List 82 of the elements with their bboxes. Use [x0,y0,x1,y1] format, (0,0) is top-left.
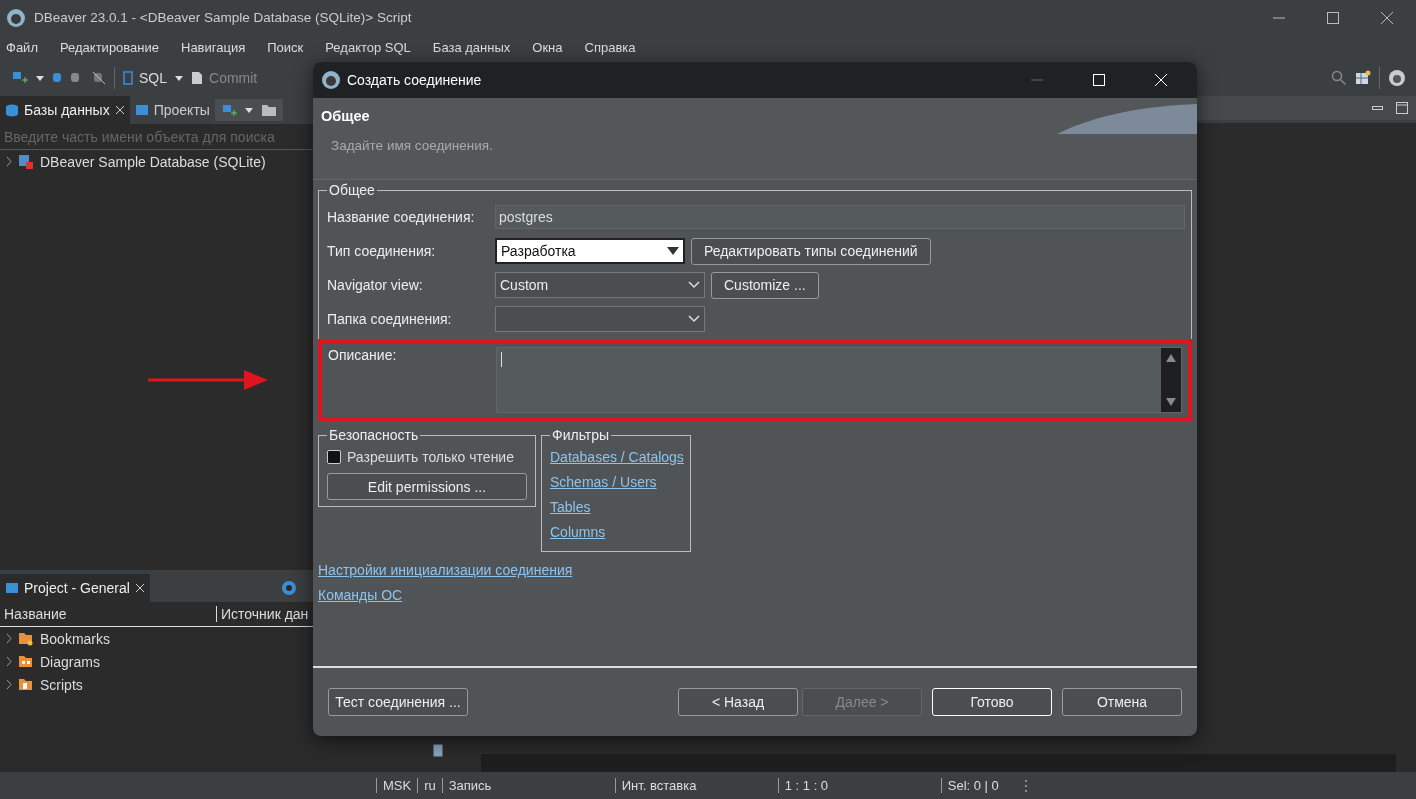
dialog-button[interactable]: Отмена [1062,688,1182,716]
dialog-button[interactable]: Готово [932,688,1052,716]
tree-item[interactable]: Scripts [40,676,83,693]
group-title: Фильтры [551,427,611,443]
menu-item[interactable]: Файл [6,40,38,55]
horizontal-scrollbar[interactable] [481,754,1396,772]
action-button[interactable]: Customize ... [711,271,819,299]
tree-item[interactable]: Diagrams [40,653,100,670]
tree-item[interactable]: DBeaver Sample Database (SQLite) [40,153,266,170]
dropdown[interactable]: Custom [495,272,705,298]
close-icon[interactable] [134,583,145,593]
document-icon [433,744,443,757]
status-item: Инт. вставка [614,778,778,793]
caret-icon [688,315,700,323]
status-item: ru [417,778,442,793]
status-item: Запись [441,778,615,793]
field-label: Папка соединения: [327,311,453,327]
minimize-icon[interactable] [1372,104,1384,112]
group-title: Общее [328,182,376,198]
filter-link[interactable]: Tables [550,495,684,520]
filter-link[interactable]: Schemas / Users [550,470,684,495]
expand-icon[interactable] [6,657,12,666]
status-item: Sel: 0 | 0 [940,778,1024,793]
panel-tab[interactable]: Project - General [0,574,150,602]
menu-item[interactable]: База данных [432,40,511,55]
search-icon[interactable] [1331,70,1347,86]
column-header[interactable]: Название [0,606,217,622]
dropdown-icon[interactable] [244,107,253,113]
sql-button[interactable]: SQL [123,70,167,86]
checkbox[interactable] [327,450,341,464]
page-heading: Общее [321,108,370,124]
menu-item[interactable]: Редактор SQL [325,40,411,55]
action-button[interactable]: Редактировать типы соединений [691,237,931,265]
folder-script-icon [18,677,34,692]
more-icon[interactable] [1023,778,1028,793]
scroll-down-icon[interactable] [1166,398,1176,406]
description-field[interactable] [496,347,1182,413]
field-label: Описание: [328,347,398,363]
settings-link[interactable]: Команды ОС [318,583,403,608]
database-icon [5,103,19,117]
checkbox-label[interactable]: Разрешить только чтение [347,449,514,465]
column-header[interactable]: Источник дан [217,606,313,622]
expand-icon[interactable] [6,157,12,166]
window-title: DBeaver 23.0.1 - <DBeaver Sample Database (SQLite)> Script [34,10,412,25]
group-title: Безопасность [328,427,420,443]
filter-link[interactable]: Columns [550,520,684,545]
dropdown-icon[interactable] [175,75,183,81]
menu-item[interactable]: Поиск [267,40,304,55]
dropdown-icon[interactable] [36,75,44,81]
close-icon[interactable] [114,105,125,115]
menu-item[interactable]: Окна [532,40,563,55]
settings-link[interactable]: Настройки инициализации соединения [318,558,573,583]
caret-icon [688,281,700,289]
filter-link[interactable]: Databases / Catalogs [550,445,684,470]
caret-icon [667,247,679,255]
field-label: Название соединения: [327,209,476,225]
scroll-up-icon[interactable] [1166,354,1176,362]
document-icon [191,71,203,85]
dropdown[interactable]: Разработка [495,238,685,264]
table-add-icon[interactable] [1355,70,1371,86]
folder-diagram-icon [18,654,34,669]
status-item: MSK [376,778,418,793]
folder-star-icon [18,631,34,646]
field-label: Тип соединения: [327,243,437,259]
tree-item[interactable]: Bookmarks [40,630,111,647]
dialog-button[interactable]: < Назад [678,688,798,716]
vertical-scrollbar[interactable] [1161,348,1181,412]
status-item: 1 : 1 : 0 [777,778,941,793]
window-icon [5,581,19,595]
expand-icon[interactable] [6,680,12,689]
menu-item[interactable]: Навигация [181,40,246,55]
expand-icon[interactable] [6,634,12,643]
action-button[interactable]: Edit permissions ... [327,473,527,500]
text-field[interactable]: postgres [495,205,1185,229]
window-icon [134,103,149,117]
menu-item[interactable]: Справка [584,40,636,55]
menu-item[interactable]: Редактирование [59,40,159,55]
panel-tab[interactable]: Базы данных [0,96,130,124]
dialog-title: Создать соединение [347,72,482,88]
folder-add-icon[interactable] [260,103,277,117]
dialog-button[interactable]: Тест соединения ... [328,688,468,716]
field-label: Navigator view: [327,277,424,293]
